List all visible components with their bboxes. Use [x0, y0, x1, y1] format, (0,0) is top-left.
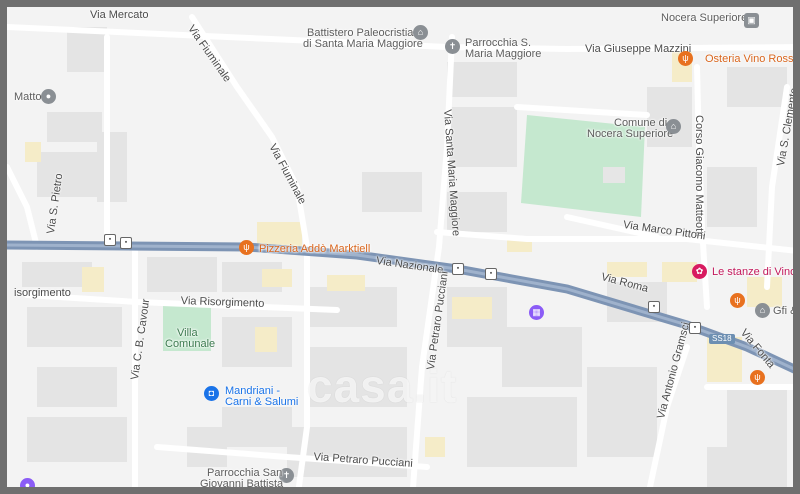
- place-label-pizzeria: Pizzeria Addò Marktiell: [259, 243, 371, 255]
- church-icon-santa-maria[interactable]: ✝: [445, 39, 460, 54]
- restaurant-icon-east[interactable]: ψ: [730, 293, 745, 308]
- watermark-logo: casa.it: [307, 360, 458, 412]
- place-label-matto: Matto: [14, 91, 42, 103]
- street-label-via-mercato: Via Mercato: [90, 9, 149, 21]
- street-label-corso-giacomo-matteotti: Corso Giacomo Matteotti: [693, 115, 705, 237]
- shop-icon-gfi[interactable]: ⌂: [755, 303, 770, 318]
- bank-icon[interactable]: ▦: [529, 305, 544, 320]
- place-label-le-stanze: Le stanze di Vino Ro: [712, 266, 797, 278]
- restaurant-icon-southeast[interactable]: ψ: [750, 370, 765, 385]
- street-label-via-giuseppe-mazzini: Via Giuseppe Mazzini: [585, 43, 692, 55]
- butcher-shop-icon[interactable]: ◘: [204, 386, 219, 401]
- place-label-battistero-line2: di Santa Maria Maggiore: [303, 38, 423, 50]
- bus-stop-icon[interactable]: ▪: [689, 322, 701, 334]
- restaurant-icon-pizzeria[interactable]: ψ: [239, 240, 254, 255]
- train-station-icon[interactable]: ▣: [744, 13, 759, 28]
- map-canvas[interactable]: [7, 7, 800, 494]
- bus-stop-icon[interactable]: ▪: [104, 234, 116, 246]
- road-shield-ss18: SS18: [709, 334, 735, 344]
- person-icon[interactable]: ●: [20, 478, 35, 487]
- place-label-villa-line2: Comunale: [165, 338, 216, 350]
- museum-icon[interactable]: ⌂: [413, 25, 428, 40]
- place-label-comune-line2: Nocera Superiore: [587, 128, 674, 140]
- bus-stop-icon[interactable]: ▪: [452, 263, 464, 275]
- street-label-risorgimento-left: isorgimento: [14, 287, 71, 299]
- place-icon-matto[interactable]: ●: [41, 89, 56, 104]
- place-label-parrocchia-sg-line2: Giovanni Battista: [200, 478, 284, 490]
- place-label-gfi: Gfi &: [773, 305, 798, 317]
- wine-bar-icon[interactable]: ✿: [692, 264, 707, 279]
- town-hall-icon[interactable]: ⌂: [666, 119, 681, 134]
- bus-stop-icon[interactable]: ▪: [485, 268, 497, 280]
- place-label-mandriani-line2: Carni & Salumi: [225, 396, 299, 408]
- bus-stop-icon[interactable]: ▪: [648, 301, 660, 313]
- place-label-parrocchia-s-line2: Maria Maggiore: [465, 48, 542, 60]
- place-label-nocera-superiore: Nocera Superiore: [661, 12, 748, 24]
- restaurant-icon-osteria[interactable]: ψ: [678, 51, 693, 66]
- bus-stop-icon[interactable]: ▪: [120, 237, 132, 249]
- map-frame[interactable]: Via Mercato Via Fiuminale Via Fiuminale …: [0, 0, 800, 494]
- place-label-osteria: Osteria Vino Rosso: [705, 53, 800, 65]
